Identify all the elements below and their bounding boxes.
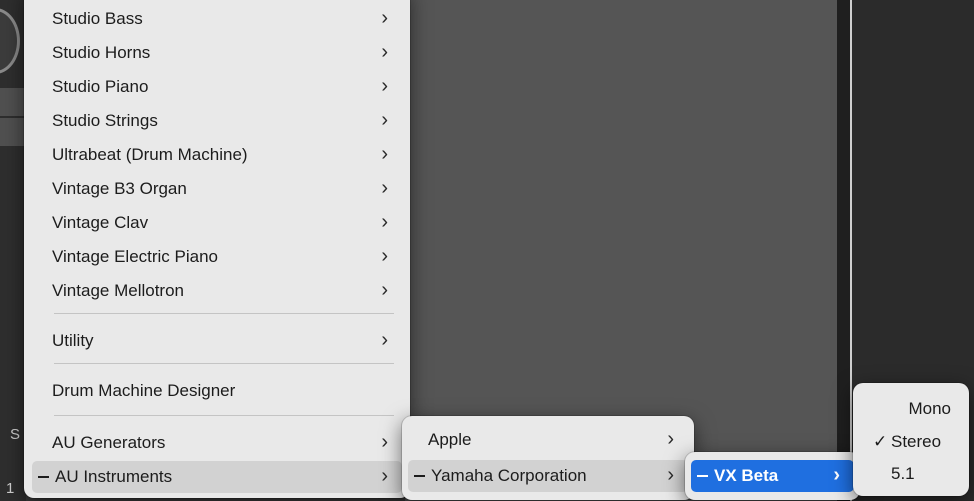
menu-item-label: Mono [908, 399, 951, 418]
menu-item-label: Studio Piano [52, 77, 149, 96]
menu-item-label: Vintage Clav [52, 213, 149, 232]
menu-separator [54, 415, 394, 416]
track-number: 1 [6, 480, 15, 497]
chevron-right-icon: › [381, 431, 388, 454]
chevron-right-icon: › [381, 109, 388, 132]
menu-item-vintage-clav[interactable]: Vintage Clav › [32, 207, 402, 239]
chevron-right-icon: › [381, 245, 388, 268]
menu-item-label: AU Instruments [55, 467, 173, 486]
menu-item-vintage-electric-piano[interactable]: Vintage Electric Piano › [32, 241, 402, 273]
menu-item-mono[interactable]: Mono [859, 393, 963, 425]
plugin-submenu: VX Beta › [685, 452, 860, 500]
chevron-right-icon: › [667, 464, 674, 487]
channel-format-submenu: Mono ✓ Stereo 5.1 [853, 383, 969, 496]
menu-item-studio-strings[interactable]: Studio Strings › [32, 105, 402, 137]
menu-item-au-instruments[interactable]: AU Instruments › [32, 461, 402, 493]
background-strip [0, 88, 26, 116]
menu-item-label: Studio Strings [52, 111, 158, 130]
dash-icon [414, 475, 425, 477]
menu-item-vintage-b3-organ[interactable]: Vintage B3 Organ › [32, 173, 402, 205]
chevron-right-icon: › [381, 143, 388, 166]
menu-item-label: Vintage Electric Piano [52, 247, 219, 266]
menu-item-stereo[interactable]: ✓ Stereo [859, 426, 963, 458]
menu-item-au-generators[interactable]: AU Generators › [32, 427, 402, 459]
background-strip [0, 118, 26, 146]
chevron-right-icon: › [381, 177, 388, 200]
menu-item-label: Vintage Mellotron [52, 281, 184, 300]
menu-item-studio-bass[interactable]: Studio Bass › [32, 3, 402, 35]
instrument-menu: Studio Bass › Studio Horns › Studio Pian… [24, 0, 410, 498]
dash-icon [38, 476, 49, 478]
menu-item-label: Utility [52, 331, 94, 350]
menu-item-drum-machine-designer[interactable]: Drum Machine Designer [32, 375, 402, 407]
menu-item-label: Studio Horns [52, 43, 151, 62]
chevron-right-icon: › [381, 7, 388, 30]
menu-item-apple[interactable]: Apple › [408, 424, 688, 456]
menu-item-studio-horns[interactable]: Studio Horns › [32, 37, 402, 69]
chevron-right-icon: › [381, 465, 388, 488]
manufacturer-submenu: Apple › Yamaha Corporation › [402, 416, 694, 500]
menu-item-label: AU Generators [52, 433, 166, 452]
chevron-right-icon: › [667, 428, 674, 451]
menu-item-5-1[interactable]: 5.1 [859, 458, 963, 490]
track-letter: S [10, 426, 21, 443]
menu-item-label: Vintage B3 Organ [52, 179, 187, 198]
menu-item-label: Studio Bass [52, 9, 143, 28]
menu-item-utility[interactable]: Utility › [32, 325, 402, 357]
menu-item-label: Yamaha Corporation [431, 466, 587, 485]
background-divider [837, 0, 851, 501]
chevron-right-icon: › [381, 75, 388, 98]
menu-item-label: VX Beta [714, 466, 779, 485]
menu-item-vintage-mellotron[interactable]: Vintage Mellotron › [32, 275, 402, 307]
menu-item-label: Apple [428, 430, 472, 449]
chevron-right-icon: › [381, 41, 388, 64]
menu-separator [54, 363, 394, 364]
menu-item-yamaha-corporation[interactable]: Yamaha Corporation › [408, 460, 688, 492]
menu-item-label: Drum Machine Designer [52, 381, 236, 400]
chevron-right-icon: › [381, 211, 388, 234]
chevron-right-icon: › [833, 464, 840, 487]
chevron-right-icon: › [381, 329, 388, 352]
menu-item-label: Ultrabeat (Drum Machine) [52, 145, 248, 164]
menu-separator [54, 313, 394, 314]
menu-item-studio-piano[interactable]: Studio Piano › [32, 71, 402, 103]
checkmark-icon: ✓ [873, 432, 888, 451]
menu-item-vx-beta[interactable]: VX Beta › [691, 460, 854, 492]
dash-icon [697, 475, 708, 477]
chevron-right-icon: › [381, 279, 388, 302]
menu-item-label: 5.1 [891, 464, 915, 483]
menu-item-label: Stereo [891, 432, 942, 451]
menu-item-ultrabeat[interactable]: Ultrabeat (Drum Machine) › [32, 139, 402, 171]
